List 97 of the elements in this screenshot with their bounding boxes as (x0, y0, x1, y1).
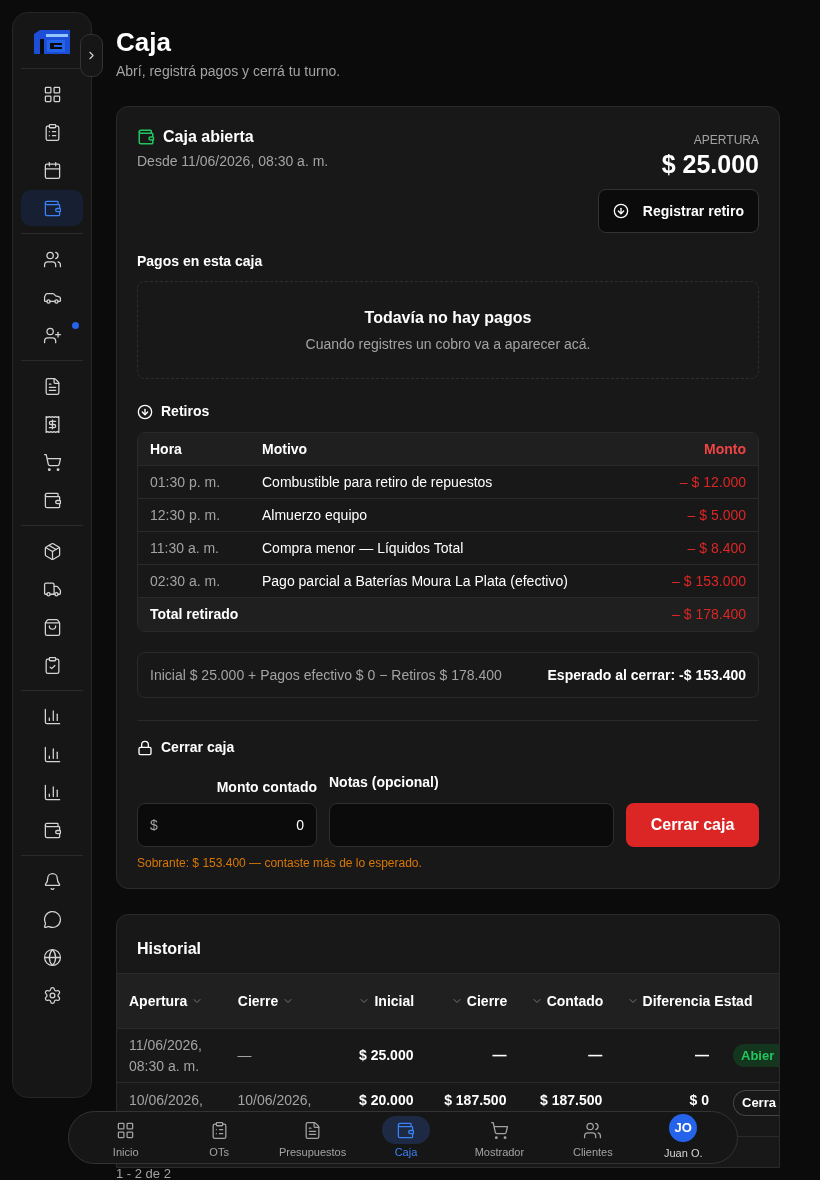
column-header: Hora (150, 439, 183, 459)
empty-title: Todavía no hay pagos (364, 307, 532, 328)
arrow-down-circle-icon (612, 203, 629, 219)
sidebar-item[interactable] (21, 190, 83, 226)
table-cell-text: 12:30 p. m. (150, 505, 222, 525)
logo (32, 30, 72, 54)
package-icon (42, 541, 62, 561)
wallet-icon (42, 820, 62, 840)
grid-icon (42, 84, 62, 104)
table-cell-text: 02:30 a. m. (150, 571, 222, 591)
surplus-message: Sobrante: $ 153.400 — contaste más de lo esperado. (137, 855, 423, 872)
arrow-down-circle-icon (137, 403, 153, 420)
globe-icon (42, 947, 62, 967)
column-header[interactable]: Inicial (358, 990, 415, 1012)
table-cell-text: Compra menor — Líquidos Total (262, 538, 465, 558)
bar-chart-icon (42, 706, 62, 726)
lock-icon (137, 739, 153, 756)
table-cell-text: $ 0 (689, 1091, 709, 1110)
field-label: Notas (opcional) (329, 773, 440, 792)
card-title: Historial (136, 939, 202, 959)
wallet-icon (42, 490, 62, 510)
table-cell-text: $ 187.500 (540, 1091, 603, 1110)
table-cell-text: Pago parcial a Baterías Moura La Plata (efectivo) (262, 571, 569, 591)
wallet-icon (42, 198, 62, 218)
users-icon (583, 1120, 603, 1140)
column-header[interactable]: Apertura (129, 990, 204, 1012)
table-cell-text: 08:30 a. m. (129, 1056, 201, 1076)
empty-text: Cuando registres un cobro va a aparecer acá. (305, 334, 591, 354)
chat-icon (42, 909, 62, 929)
withdraw-button[interactable]: Registrar retiro (597, 189, 759, 233)
nav-item[interactable]: Mostrador (456, 1116, 543, 1159)
column-header[interactable]: Diferencia (626, 990, 711, 1012)
table-cell-text: – $ 8.400 (687, 538, 746, 558)
field-value: 0 (296, 815, 304, 835)
column-header: Monto (704, 439, 746, 459)
table-cell-text: 11/06/2026, (129, 1035, 203, 1055)
table-cell-text: Almuerzo equipo (262, 505, 369, 525)
section-title: Cerrar caja (161, 738, 235, 757)
currency-symbol: $ (150, 815, 158, 835)
nav-item[interactable]: OTs (176, 1116, 263, 1159)
table-cell-text: 10/06/2026, (237, 1091, 313, 1110)
table-cell-text: $ 25.000 (359, 1046, 414, 1065)
table-cell-text: Combustible para retiro de repuestos (262, 472, 494, 492)
bar-chart-icon (42, 782, 62, 802)
nav-item[interactable]: Clientes (549, 1116, 636, 1159)
pagination-text: 1 - 2 de 2 (116, 1167, 171, 1180)
section-title: Pagos en esta caja (137, 252, 264, 271)
card-title: Caja abierta (163, 127, 254, 147)
page-subtitle: Abrí, registrá pagos y cerrá tu turno. (116, 62, 342, 81)
user-plus-icon (42, 325, 62, 345)
column-header[interactable]: Contado (530, 990, 604, 1012)
calendar-icon (42, 160, 62, 180)
expected-total: Esperado al cerrar: -$ 153.400 (547, 665, 746, 685)
column-header[interactable]: Estad (714, 990, 753, 1012)
bar-chart-icon (42, 744, 62, 764)
bag-icon (42, 617, 62, 637)
table-cell-text: — (588, 1046, 603, 1065)
wallet-icon (396, 1120, 416, 1140)
table-cell-text: Total retirado (150, 605, 240, 624)
nav-item[interactable]: Caja (362, 1116, 449, 1159)
table-cell-text: – $ 5.000 (687, 505, 746, 525)
table-cell-text: – $ 178.400 (672, 605, 746, 624)
table-cell-text: 01:30 p. m. (150, 472, 222, 492)
nav-item[interactable]: JO Juan O. (643, 1113, 724, 1162)
opened-since: Desde 11/06/2026, 08:30 a. m. (137, 152, 329, 171)
table-cell-text: 11:30 a. m. (150, 538, 220, 558)
notes-field[interactable] (329, 803, 614, 847)
avatar: JO (669, 1113, 698, 1142)
page-title: Caja (116, 26, 172, 58)
cart-icon (42, 452, 62, 472)
cart-icon (489, 1120, 509, 1140)
opening-label: APERTURA (693, 132, 759, 149)
table-cell-text: — (695, 1046, 709, 1065)
close-register-button[interactable]: Cerrar caja (626, 803, 759, 847)
table-cell-text: – $ 153.000 (672, 571, 746, 591)
nav-item[interactable]: Presupuestos (269, 1116, 356, 1159)
wallet-icon (137, 128, 155, 146)
table-cell-text: – $ 12.000 (679, 472, 746, 492)
table-cell-text: 10/06/2026, (129, 1091, 204, 1110)
summary-formula: Inicial $ 25.000 + Pagos efectivo $ 0 − Retiros $ 178.400 (150, 665, 502, 685)
status-badge: Abier (733, 1043, 779, 1068)
column-header[interactable]: Cierre (237, 990, 295, 1012)
table-cell-text: $ 20.000 (359, 1091, 414, 1110)
bell-icon (42, 871, 62, 891)
table-cell-text: $ 187.500 (444, 1091, 507, 1110)
users-icon (42, 249, 62, 269)
section-title: Retiros (161, 402, 210, 421)
settings-icon (42, 985, 62, 1005)
nav-item[interactable]: Inicio (82, 1116, 169, 1159)
table-cell-text: — (237, 1046, 253, 1065)
field-label: Monto contado (216, 778, 317, 797)
amount-field[interactable]: $ 0 (137, 803, 317, 847)
column-header: Motivo (262, 439, 309, 459)
column-header[interactable]: Cierre (450, 990, 508, 1012)
opening-amount: $ 25.000 (661, 149, 759, 179)
table-cell-text: — (492, 1046, 507, 1065)
grid-icon (116, 1120, 136, 1140)
